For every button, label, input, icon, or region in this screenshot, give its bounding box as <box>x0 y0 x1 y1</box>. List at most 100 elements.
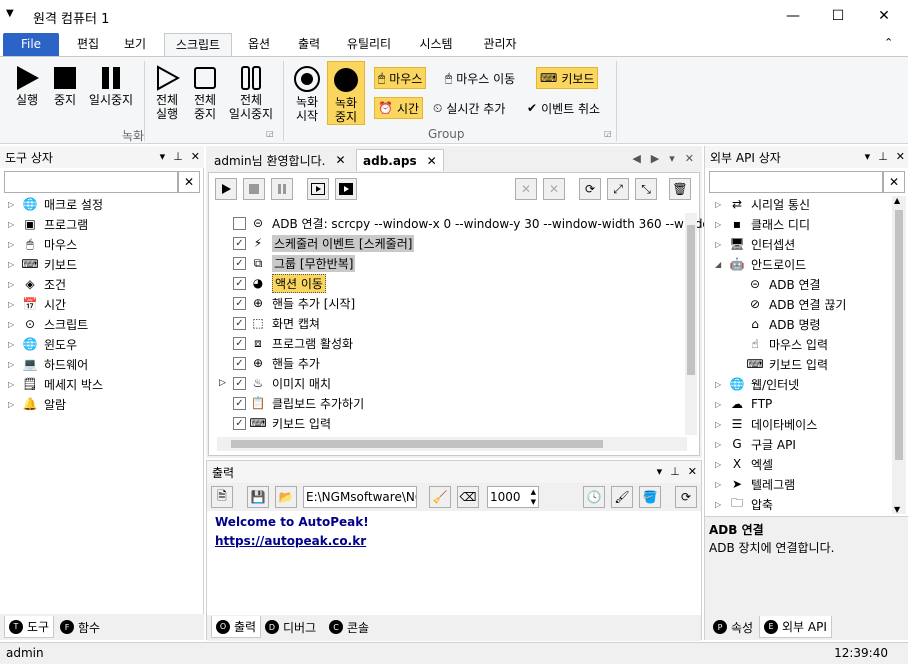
stop-script-button[interactable] <box>243 178 265 200</box>
pin-icon[interactable]: ⊥ <box>878 150 888 163</box>
run-all-button[interactable]: 전체 실행 <box>148 65 186 121</box>
scroll-up-icon[interactable]: ▲ <box>894 196 900 205</box>
expand-arrow-icon[interactable]: ▷ <box>8 280 22 289</box>
tab-view[interactable]: 보기 <box>112 33 158 56</box>
collapse-ribbon-icon[interactable]: ⌃ <box>884 36 893 49</box>
enable-checkbox[interactable]: ✓ <box>233 356 246 370</box>
realtime-add-button[interactable]: ⏲ 실시간 추가 <box>430 97 508 119</box>
enable-checkbox[interactable]: ✓ <box>233 396 246 410</box>
tab-next-icon[interactable]: ▶ <box>651 152 659 165</box>
api-item[interactable]: ▷ ⇄ 시리얼 통신 <box>715 194 810 214</box>
toolbox-clear-button[interactable]: ✕ <box>178 171 200 193</box>
toolbox-item[interactable]: ▷ 🔔 알람 <box>8 394 66 414</box>
api-item[interactable]: ⌂ ADB 명령 <box>733 314 820 334</box>
dropdown-icon[interactable]: ▾ <box>657 465 663 478</box>
refresh-button[interactable]: ⟳ <box>579 178 601 200</box>
group-launcher-icon[interactable]: ◲ <box>266 129 274 138</box>
expand-arrow-icon[interactable]: ▷ <box>715 500 729 509</box>
tab-tools[interactable]: T 도구 <box>4 616 55 638</box>
script-item[interactable]: ✓ ⧉ 그룹 [무한반복] <box>219 253 356 273</box>
close-icon[interactable]: ✕ <box>685 152 694 165</box>
mouse-move-toggle[interactable]: 🖱 마우스 이동 <box>442 67 518 89</box>
refresh-log-button[interactable]: ⟳ <box>675 486 697 508</box>
api-item[interactable]: ▷ ➤ 텔레그램 <box>715 474 795 494</box>
run-selected-button[interactable] <box>335 178 357 200</box>
toolbox-item[interactable]: ▷ ◈ 조건 <box>8 274 66 294</box>
expand-arrow-icon[interactable]: ▷ <box>715 480 729 489</box>
tab-debug[interactable]: D 디버그 <box>261 616 320 638</box>
toolbox-item[interactable]: ▷ 🖱 마우스 <box>8 234 77 254</box>
run-script-button[interactable] <box>215 178 237 200</box>
keyboard-toggle[interactable]: ⌨ 키보드 <box>536 67 599 89</box>
api-item[interactable]: ▷ 🖥 인터셉션 <box>715 234 795 254</box>
expand-arrow-icon[interactable]: ▷ <box>8 340 22 349</box>
event-cancel-button[interactable]: ✔ 이벤트 취소 <box>524 97 603 119</box>
stepper-arrows-icon[interactable]: ▲ ▼ <box>531 487 536 507</box>
tab-console[interactable]: C 콘솔 <box>325 616 373 638</box>
close-icon[interactable]: ✕ <box>191 150 200 163</box>
toolbox-item[interactable]: ▷ ⊙ 스크립트 <box>8 314 88 334</box>
api-item[interactable]: ▷ 🌐 웹/인터넷 <box>715 374 799 394</box>
brush-clear-button[interactable]: 🧹 <box>429 486 451 508</box>
tab-admin[interactable]: 관리자 <box>470 33 530 56</box>
script-item[interactable]: ✓ ⚡ 스케줄러 이벤트 [스케줄러] <box>219 233 415 253</box>
expand-arrow-icon[interactable]: ▷ <box>715 420 729 429</box>
tab-prev-icon[interactable]: ◀ <box>632 152 640 165</box>
tab-utility[interactable]: 유틸리티 <box>336 33 402 56</box>
tab-script[interactable]: 스크립트 <box>164 33 232 56</box>
clock-button[interactable]: 🕓 <box>583 486 605 508</box>
expand-arrow-icon[interactable]: ▷ <box>219 378 233 388</box>
tab-file[interactable]: File <box>3 33 59 56</box>
tab-functions[interactable]: F 함수 <box>56 616 104 638</box>
script-item[interactable]: ▷ ✓ ♨ 이미지 매치 <box>219 373 331 393</box>
system-menu-icon[interactable]: ▼ <box>6 8 14 19</box>
log-path-input[interactable]: E:\NGMsoftware\NG <box>303 486 417 508</box>
mouse-toggle[interactable]: 🖱 마우스 <box>374 67 427 89</box>
expand-arrow-icon[interactable]: ▷ <box>8 320 22 329</box>
api-item[interactable]: ▷ ▪ 클래스 디디 <box>715 214 810 234</box>
stop-all-button[interactable]: 전체 중지 <box>186 65 224 121</box>
homepage-link[interactable]: https://autopeak.co.kr <box>215 534 366 548</box>
pin-icon[interactable]: ⊥ <box>173 150 183 163</box>
enable-checkbox[interactable]: ✓ <box>233 376 246 390</box>
open-folder-button[interactable]: 📂 <box>275 486 297 508</box>
tab-adb-aps[interactable]: adb.aps ✕ <box>356 149 444 171</box>
api-item[interactable]: ☝ 마우스 입력 <box>733 334 828 354</box>
expand-arrow-icon[interactable]: ◢ <box>715 260 729 269</box>
dropdown-icon[interactable]: ▾ <box>865 150 871 163</box>
fill-color-button[interactable]: 🪣 <box>639 486 661 508</box>
pause-script-button[interactable] <box>271 178 293 200</box>
expand-arrow-icon[interactable]: ▷ <box>715 220 729 229</box>
scroll-down-icon[interactable]: ▼ <box>894 505 900 514</box>
api-clear-button[interactable]: ✕ <box>883 171 905 193</box>
enable-checkbox[interactable] <box>233 216 246 230</box>
toolbox-item[interactable]: ▷ ⌨ 키보드 <box>8 254 77 274</box>
close-icon[interactable]: ✕ <box>688 465 697 478</box>
tab-properties[interactable]: P 속성 <box>709 616 757 638</box>
script-item[interactable]: ⊝ ADB 연결: scrcpy --window-x 0 --window-y … <box>219 213 720 233</box>
toolbox-item[interactable]: ▷ ▣ 프로그램 <box>8 214 88 234</box>
expand-all-button[interactable]: ⤢ <box>607 178 629 200</box>
script-item[interactable]: ✓ ⊕ 핸들 추가 <box>219 353 320 373</box>
pin-icon[interactable]: ⊥ <box>670 465 680 478</box>
expand-arrow-icon[interactable]: ▷ <box>8 300 22 309</box>
paint-brush-button[interactable]: 🖌 <box>611 486 633 508</box>
enable-checkbox[interactable]: ✓ <box>233 296 246 310</box>
enable-checkbox[interactable]: ✓ <box>233 276 246 290</box>
api-item[interactable]: ▷ 🗀 압축 <box>715 494 773 514</box>
expand-arrow-icon[interactable]: ▷ <box>8 200 22 209</box>
script-item[interactable]: ✓ ◕ 액션 이동 <box>219 273 326 293</box>
expand-arrow-icon[interactable]: ▷ <box>8 400 22 409</box>
tab-output[interactable]: 출력 <box>286 33 332 56</box>
enable-checkbox[interactable]: ✓ <box>233 256 246 270</box>
expand-arrow-icon[interactable]: ▷ <box>8 240 22 249</box>
stop-button[interactable]: 중지 <box>46 65 84 107</box>
expand-arrow-icon[interactable]: ▷ <box>8 360 22 369</box>
api-item[interactable]: ▷ ☁ FTP <box>715 394 772 414</box>
vertical-scrollbar[interactable] <box>685 213 697 435</box>
dropdown-icon[interactable]: ▾ <box>160 150 166 163</box>
expand-arrow-icon[interactable]: ▷ <box>8 220 22 229</box>
script-item[interactable]: ✓ ⊕ 핸들 추가 [시작] <box>219 293 355 313</box>
expand-arrow-icon[interactable]: ▷ <box>8 380 22 389</box>
toolbox-item[interactable]: ▷ 📅 시간 <box>8 294 66 314</box>
